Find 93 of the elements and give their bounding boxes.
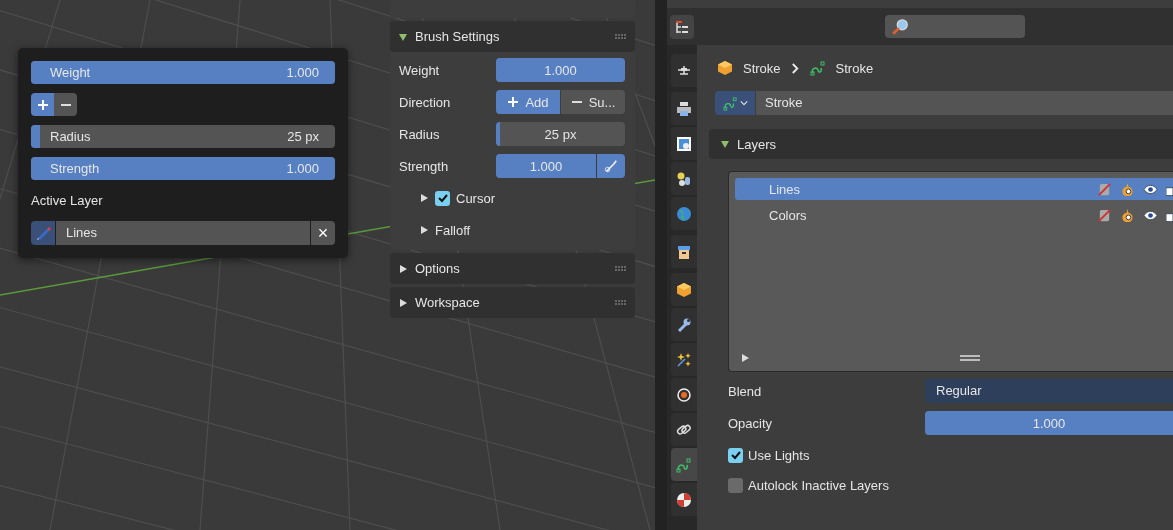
subtract-button[interactable]: Su...: [561, 90, 625, 114]
value-slider[interactable]: 1.000: [496, 58, 625, 82]
outliner-icon[interactable]: [670, 14, 694, 39]
caret-icon: [739, 99, 748, 107]
layer-name: Colors: [769, 207, 808, 223]
blend-dropdown[interactable]: Regular: [925, 379, 1173, 403]
box-icon: [676, 243, 692, 260]
expand-triangle-icon[interactable]: [720, 139, 730, 149]
onion-icon[interactable]: [1120, 207, 1135, 223]
panel-header[interactable]: Workspace: [390, 287, 635, 318]
collapse-triangle-icon[interactable]: [398, 263, 408, 274]
property-label: Opacity: [728, 415, 774, 431]
properties-tab[interactable]: [671, 343, 697, 376]
wrench-icon: [676, 316, 692, 333]
active-layer-field[interactable]: Lines: [56, 221, 310, 245]
data-browse-button[interactable]: [715, 91, 755, 115]
property-label: Radius: [399, 126, 441, 142]
collapse-triangle-icon[interactable]: [419, 193, 429, 203]
expand-triangle-icon[interactable]: [398, 31, 408, 42]
properties-tab[interactable]: [671, 413, 697, 446]
properties-tab[interactable]: [671, 483, 697, 516]
subpanel-title[interactable]: Cursor: [456, 190, 495, 206]
value-slider[interactable]: 1.000: [496, 154, 596, 178]
value-slider[interactable]: 25 px: [496, 122, 625, 146]
search-icon: [891, 17, 909, 36]
clear-button[interactable]: ×: [311, 221, 335, 245]
mask-off-icon[interactable]: [1097, 207, 1112, 223]
sparkle-wand-icon: [676, 351, 692, 368]
panel-header[interactable]: Layers: [709, 129, 1173, 159]
curve-stroke-icon: [676, 456, 692, 473]
scene-objects-icon: [676, 170, 692, 187]
panel-title: Options: [415, 261, 461, 276]
drag-grip-icon[interactable]: [615, 33, 627, 40]
breadcrumb-item: Stroke: [743, 60, 781, 76]
checkbox[interactable]: [435, 190, 450, 206]
checkbox[interactable]: [728, 447, 743, 463]
pen-pressure-icon: [604, 159, 618, 173]
subpanel-title[interactable]: Falloff: [435, 222, 471, 238]
property-label: Weight: [399, 62, 441, 78]
property-label: Strength: [399, 158, 450, 174]
plus-icon: [36, 98, 49, 111]
checkbox-label[interactable]: Use Lights: [748, 447, 810, 463]
property-label: Blend: [728, 383, 763, 399]
panel-title: Brush Settings: [415, 29, 501, 44]
checkbox-label[interactable]: Autolock Inactive Layers: [748, 477, 889, 493]
property-label: Direction: [399, 94, 452, 110]
checkbox[interactable]: [728, 477, 743, 493]
subtract-button[interactable]: [54, 93, 77, 116]
properties-tab[interactable]: [671, 54, 697, 87]
collapse-triangle-icon[interactable]: [419, 225, 429, 235]
properties-tab[interactable]: [671, 92, 697, 125]
active-layer-label: Active Layer: [31, 192, 104, 210]
panel-header[interactable]: Options: [390, 253, 635, 284]
search-field[interactable]: [885, 15, 1025, 38]
cube-icon: [676, 281, 692, 298]
properties-tab[interactable]: [671, 162, 697, 195]
properties-tab[interactable]: [671, 273, 697, 306]
panel-title: Layers: [737, 136, 778, 152]
drag-grip-icon[interactable]: [615, 265, 627, 272]
curve-stroke-icon: [722, 95, 738, 111]
strength-slider[interactable]: Strength 1.000: [31, 157, 335, 180]
properties-tab[interactable]: [671, 308, 697, 341]
printer-icon: [676, 100, 692, 117]
breadcrumb-item: Stroke: [835, 60, 874, 76]
expand-triangle-icon[interactable]: [740, 353, 750, 363]
add-button[interactable]: Add: [496, 90, 560, 114]
panel-header[interactable]: Brush Settings: [390, 21, 635, 52]
layer-row[interactable]: Colors: [735, 204, 1173, 226]
radius-slider[interactable]: Radius 25 px: [31, 125, 335, 148]
properties-tab[interactable]: [671, 235, 697, 268]
panel-title: Workspace: [415, 295, 481, 310]
chevron-right-icon: [790, 61, 800, 75]
image-icon: [676, 135, 692, 152]
material-sphere-icon: [676, 491, 692, 508]
plus-icon: [507, 96, 520, 108]
drag-grip-icon[interactable]: [615, 299, 627, 306]
layer-row[interactable]: Lines: [735, 178, 1173, 200]
add-button[interactable]: [31, 93, 54, 116]
properties-tab[interactable]: [671, 127, 697, 160]
weight-slider[interactable]: Weight 1.000: [31, 61, 335, 84]
cube-icon: [717, 60, 733, 76]
layer-name: Lines: [769, 181, 802, 197]
data-name-field[interactable]: Stroke: [756, 91, 1173, 115]
pen-pressure-button[interactable]: [597, 154, 625, 178]
curve-stroke-icon: [809, 60, 826, 76]
opacity-slider[interactable]: 1.000: [925, 411, 1173, 435]
orbit-icon: [676, 386, 692, 403]
pencil-icon: [31, 221, 55, 245]
onion-icon[interactable]: [1120, 181, 1135, 197]
properties-tab[interactable]: [671, 378, 697, 411]
globe-icon: [676, 205, 692, 222]
resize-handle-icon[interactable]: [960, 355, 980, 361]
collapse-triangle-icon[interactable]: [398, 297, 408, 308]
